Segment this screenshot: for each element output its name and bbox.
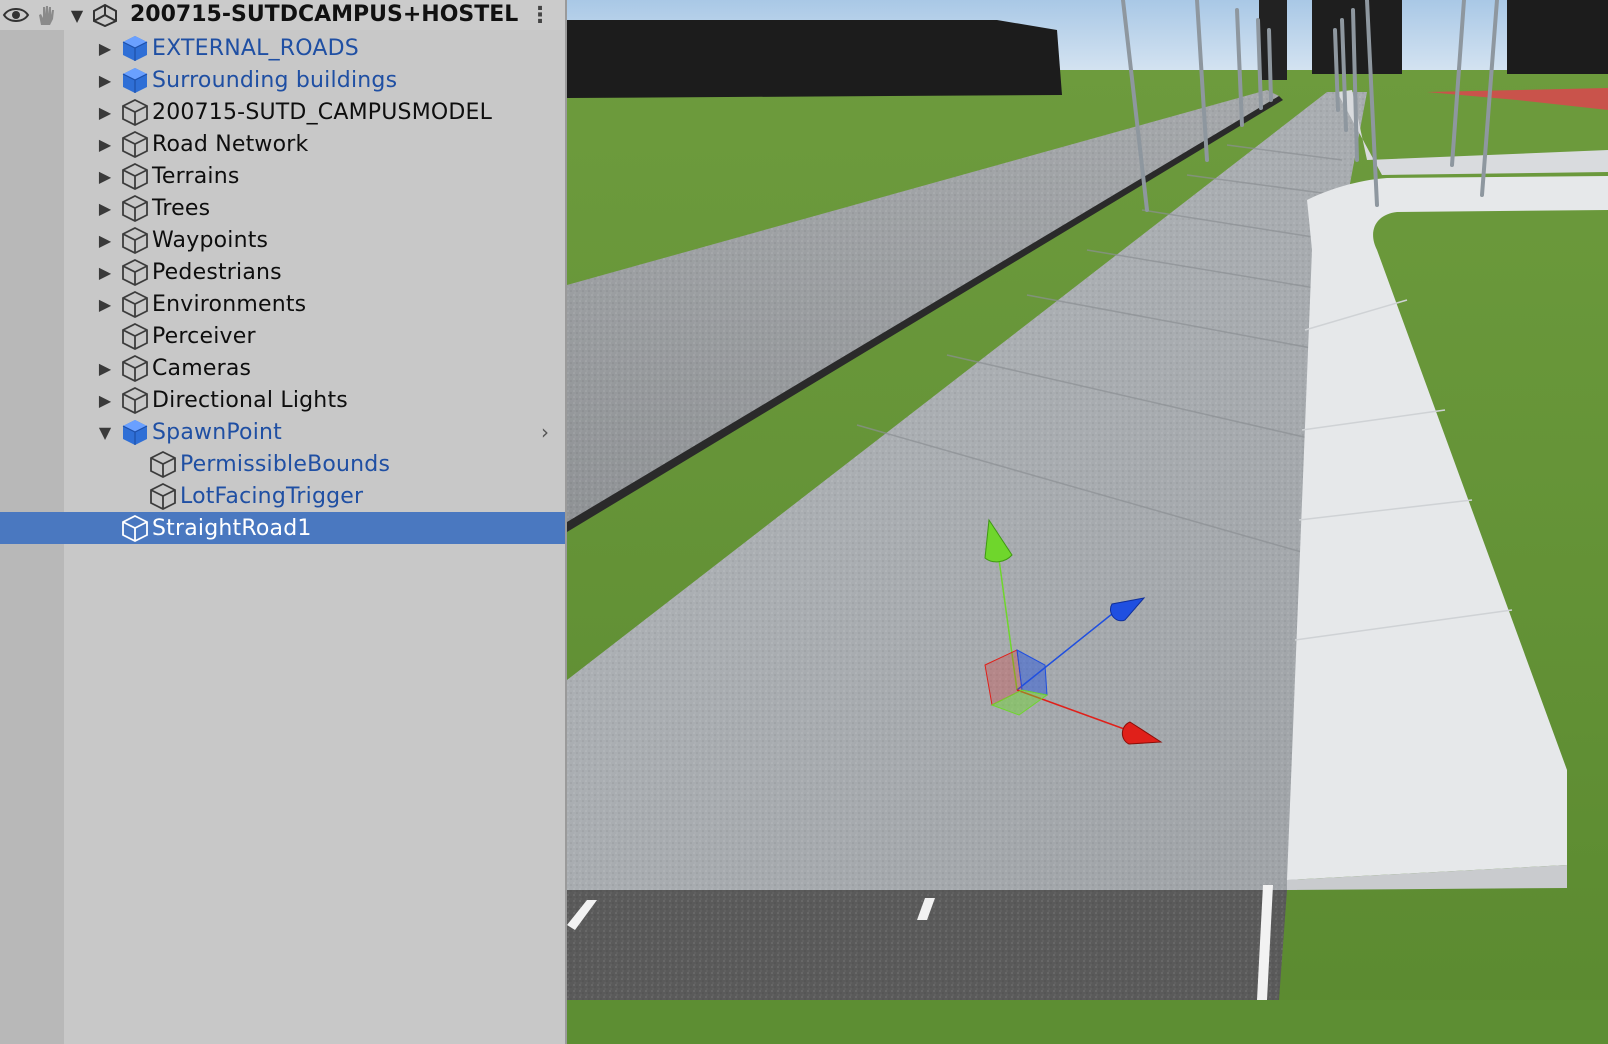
hierarchy-item[interactable]: ▶ Surrounding buildings: [0, 64, 565, 96]
building-block-left: [567, 20, 1062, 98]
open-prefab-chevron-icon[interactable]: ›: [535, 416, 555, 448]
hierarchy-item-label: Perceiver: [152, 323, 256, 349]
gameobject-cube-icon: [120, 321, 150, 351]
foldout-collapsed-arrow[interactable]: ▶: [94, 192, 116, 224]
foldout-collapsed-arrow[interactable]: ▶: [94, 96, 116, 128]
hierarchy-item-label: Waypoints: [152, 227, 269, 253]
hierarchy-item-label: Road Network: [152, 131, 309, 157]
foldout-collapsed-arrow[interactable]: ▶: [94, 32, 116, 64]
hierarchy-item[interactable]: ▶ Waypoints: [0, 224, 565, 256]
gameobject-cube-icon: [120, 193, 150, 223]
building-block-mid1: [1259, 0, 1287, 80]
foldout-expanded-arrow[interactable]: ▼: [94, 416, 116, 448]
hierarchy-item-label: 200715-SUTD_CAMPUSMODEL: [152, 99, 493, 125]
scene-menu-icon[interactable]: ⋮: [529, 0, 551, 30]
bottom-grass: [567, 1000, 1608, 1044]
hierarchy-item-label: StraightRoad1: [152, 515, 312, 541]
gameobject-cube-icon: [120, 353, 150, 383]
hierarchy-item[interactable]: ▶ Pedestrians: [0, 256, 565, 288]
foldout-collapsed-arrow[interactable]: ▶: [94, 256, 116, 288]
hierarchy-item-label: SpawnPoint: [152, 419, 282, 445]
prefab-cube-icon: [120, 417, 150, 447]
hierarchy-item[interactable]: Perceiver: [0, 320, 565, 352]
gameobject-cube-icon: [120, 225, 150, 255]
foldout-collapsed-arrow[interactable]: ▶: [94, 352, 116, 384]
hierarchy-item-label: Trees: [152, 195, 211, 221]
gameobject-cube-icon: [120, 97, 150, 127]
building-block-mid2: [1312, 0, 1402, 74]
hierarchy-item[interactable]: ▶ Terrains: [0, 160, 565, 192]
building-block-right: [1507, 0, 1608, 74]
hierarchy-item-label: Pedestrians: [152, 259, 282, 285]
hierarchy-item[interactable]: StraightRoad1: [0, 512, 565, 544]
unity-logo-icon: [92, 3, 118, 31]
hierarchy-item[interactable]: ▶ Environments: [0, 288, 565, 320]
hierarchy-item-label: Surrounding buildings: [152, 67, 398, 93]
hierarchy-item-label: PermissibleBounds: [180, 451, 391, 477]
hierarchy-item-label: EXTERNAL_ROADS: [152, 35, 359, 61]
hierarchy-item[interactable]: ▶ 200715-SUTD_CAMPUSMODEL: [0, 96, 565, 128]
gameobject-cube-icon: [120, 385, 150, 415]
hierarchy-item[interactable]: ▶ Cameras: [0, 352, 565, 384]
scene-foldout-arrow[interactable]: ▼: [66, 0, 88, 30]
scene-header-row[interactable]: ▼ 200715-SUTDCAMPUS+HOSTEL ⋮: [0, 0, 565, 30]
hierarchy-item[interactable]: LotFacingTrigger: [0, 480, 565, 512]
hierarchy-item-label: Environments: [152, 291, 307, 317]
gameobject-cube-icon: [120, 161, 150, 191]
foldout-collapsed-arrow[interactable]: ▶: [94, 64, 116, 96]
scene-view[interactable]: [567, 0, 1608, 1044]
prefab-cube-icon: [120, 33, 150, 63]
gameobject-cube-icon: [148, 481, 178, 511]
scene-title: 200715-SUTDCAMPUS+HOSTEL: [130, 2, 519, 27]
gameobject-cube-icon: [120, 513, 150, 543]
hierarchy-item[interactable]: PermissibleBounds: [0, 448, 565, 480]
foldout-collapsed-arrow[interactable]: ▶: [94, 224, 116, 256]
hierarchy-item[interactable]: ▶ Trees: [0, 192, 565, 224]
eye-icon[interactable]: [2, 3, 30, 31]
hierarchy-item[interactable]: ▶ EXTERNAL_ROADS: [0, 32, 565, 64]
foldout-collapsed-arrow[interactable]: ▶: [94, 384, 116, 416]
prefab-cube-icon: [120, 65, 150, 95]
foldout-collapsed-arrow[interactable]: ▶: [94, 288, 116, 320]
gameobject-cube-icon: [120, 129, 150, 159]
scene-viewport[interactable]: [567, 0, 1608, 1044]
foldout-collapsed-arrow[interactable]: ▶: [94, 160, 116, 192]
gameobject-cube-icon: [120, 289, 150, 319]
hierarchy-item-label: Cameras: [152, 355, 252, 381]
hand-icon[interactable]: [34, 3, 58, 31]
hierarchy-panel: ▼ 200715-SUTDCAMPUS+HOSTEL ⋮ ▶ EXTERNAL_R…: [0, 0, 565, 1044]
hierarchy-item[interactable]: ▶ Directional Lights: [0, 384, 565, 416]
gameobject-cube-icon: [120, 257, 150, 287]
hierarchy-item-label: LotFacingTrigger: [180, 483, 364, 509]
foldout-collapsed-arrow[interactable]: ▶: [94, 128, 116, 160]
hierarchy-item-label: Terrains: [152, 163, 240, 189]
hierarchy-item-label: Directional Lights: [152, 387, 348, 413]
hierarchy-item[interactable]: ▼ SpawnPoint ›: [0, 416, 565, 448]
gameobject-cube-icon: [148, 449, 178, 479]
hierarchy-item[interactable]: ▶ Road Network: [0, 128, 565, 160]
